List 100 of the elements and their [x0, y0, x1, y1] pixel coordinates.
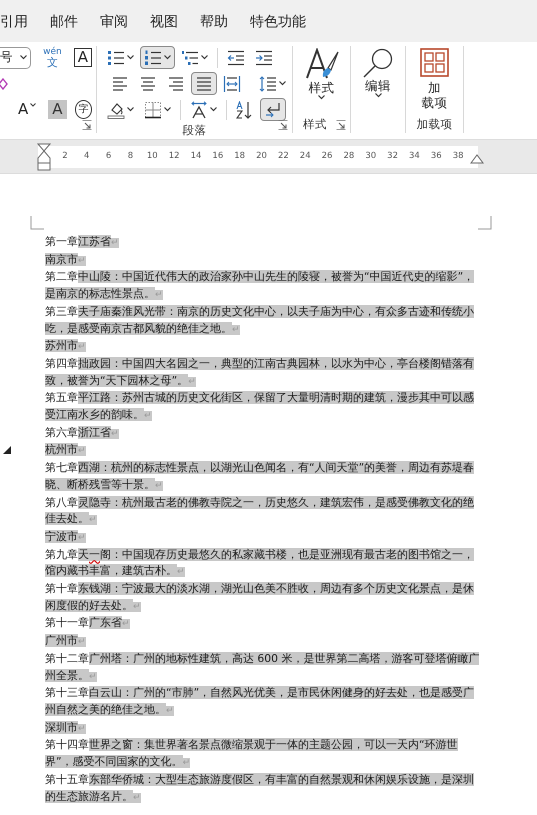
eraser-icon: [0, 78, 8, 90]
character-border-button[interactable]: A: [74, 48, 92, 67]
paragraph-text: 宁波市↵: [45, 528, 87, 545]
bullet-list-icon: [107, 48, 125, 66]
collapse-triangle-icon[interactable]: [3, 446, 11, 454]
font-size-dropdown[interactable]: 号: [0, 46, 32, 68]
ribbon-tab[interactable]: 审阅: [89, 12, 139, 32]
caret-icon: [127, 107, 134, 112]
sort-icon: [236, 100, 254, 118]
caret-icon: [318, 95, 325, 100]
ruler-number: 14: [190, 150, 202, 163]
launcher-icon: [278, 120, 288, 130]
editing-button[interactable]: 编辑: [358, 46, 398, 100]
indent-marker[interactable]: [37, 143, 51, 171]
paragraph-text: 第六章浙江省↵: [45, 424, 120, 441]
ruler-number: 16: [211, 150, 224, 163]
align-left-icon: [111, 74, 129, 92]
dialog-launcher-button[interactable]: [82, 120, 93, 131]
caret-icon: [164, 107, 171, 112]
ruler-number: 36: [430, 150, 443, 163]
paragraph-text: 第十四章世界之窗：集世界著名景点微缩景观于一体的主题公园，可以一天内“环游世界”，感受不同国家的文化。↵: [45, 737, 459, 770]
paint-bucket-icon: [107, 100, 125, 118]
numbered-list-icon: [144, 48, 162, 66]
align-center-icon: [139, 74, 157, 92]
ruler-number: 32: [386, 150, 399, 163]
paragraph-text: 第四章拙政园：中国四大名园之一，典型的江南古典园林，以水为中心，亭台楼阁错落有致，被誉为“天下园林之母”。↵: [45, 356, 475, 389]
distributed-icon: [223, 74, 241, 92]
decrease-indent-icon: [227, 48, 245, 66]
launcher-icon: [336, 120, 346, 130]
paragraph-text: 苏州市↵: [45, 338, 87, 354]
paragraph-text: 第八章灵隐寺：杭州最古老的佛教寺院之一，历史悠久，建筑宏伟，是感受佛教文化的绝佳去处。↵: [45, 494, 475, 528]
ruler-number: 34: [408, 150, 421, 163]
paragraph-text: 杭州市↵: [45, 442, 482, 460]
margin-corner-mark: [30, 216, 44, 230]
align-right-icon: [167, 74, 185, 92]
paragraph-text: 深圳市↵: [45, 720, 87, 736]
paintbrush-letter-icon: [304, 48, 340, 80]
line-spacing-icon: [259, 74, 277, 92]
increase-indent-icon: [255, 48, 273, 66]
ribbon-tab[interactable]: 特色功能: [239, 12, 317, 32]
margin-corner-mark: [478, 216, 492, 230]
caret-icon: [374, 93, 382, 98]
caret-icon: [20, 55, 28, 60]
justify-button[interactable]: [191, 72, 217, 95]
ruler-number: 4: [83, 150, 90, 163]
dialog-launcher-button[interactable]: [336, 120, 347, 131]
styles-button[interactable]: 样式: [300, 46, 344, 102]
ruler-number: 6: [104, 150, 112, 163]
ruler-number: 26: [320, 150, 334, 163]
caret-icon: [30, 103, 36, 107]
numbered-list-button[interactable]: [140, 46, 175, 69]
paragraph-text: 第九章天一阁：中国现存历史最悠久的私家藏书楼，也是亚洲现有最古老的图书馆之一，馆内藏书丰富，建筑古朴。↵: [45, 546, 475, 580]
ribbon-tab[interactable]: 邮件: [39, 12, 89, 32]
justify-icon: [195, 74, 213, 92]
text-layout-icon: [190, 100, 208, 118]
paragraph-text: 第十二章广州塔：广州的地标性建筑，高达 600 米，是世界第二高塔，游客可登塔俯瞰广州全景。↵: [45, 650, 480, 684]
ribbon-tab[interactable]: 视图: [139, 12, 189, 32]
right-indent-marker[interactable]: [470, 154, 484, 164]
paragraph-text: 第五章平江路：苏州古城的历史文化街区，保留了大量明清时期的建筑，漫步其中可以感受江南水乡的韵味。↵: [45, 390, 475, 424]
paragraph-text: 第十一章广东省↵: [45, 615, 131, 632]
character-shading-button[interactable]: A: [48, 100, 67, 119]
ruler-number: 24: [298, 150, 312, 163]
ruler-number: 2: [61, 150, 69, 163]
multilevel-list-icon: [181, 48, 199, 66]
enclose-character-button[interactable]: 字: [74, 100, 92, 119]
add-ins-button[interactable]: 加 载项: [416, 46, 454, 112]
paragraph-text: 第二章中山陵：中国近代伟大的政治家孙中山先生的陵寝，被誉为“中国近代史的缩影”，是南京的标志性景点。↵: [45, 269, 476, 302]
group-label: 加载项: [416, 116, 452, 133]
launcher-icon: [82, 120, 92, 130]
ribbon-tab[interactable]: 引用: [0, 12, 39, 32]
ruler-number: 28: [342, 150, 356, 163]
paragraph-text: 广州市↵: [45, 633, 87, 650]
paragraph-text: 第十章东钱湖：宁波最大的淡水湖，湖光山色美不胜收，周边有多个历史文化景点，是休闲度假的好去处。↵: [45, 581, 475, 614]
dialog-launcher-button[interactable]: [278, 120, 289, 131]
ribbon-tab[interactable]: 帮助: [189, 12, 239, 32]
ruler-number: 38: [452, 150, 465, 163]
change-case-button[interactable]: A: [14, 98, 40, 121]
ruler-number: 20: [255, 150, 268, 163]
caret-icon: [201, 55, 208, 60]
paragraph-text: 第十五章东部华侨城：大型生态旅游度假区，有丰富的自然景观和休闲娱乐设施，是深圳的生态旅游名片。↵: [45, 772, 475, 804]
ruler-number: 10: [146, 150, 159, 163]
ruler-number: 30: [364, 150, 378, 163]
paragraph-text: 第一章江苏省↵: [45, 234, 120, 250]
paragraph-text: 第十三章白云山：广州的“市肺”，自然风光优美，是市民休闲健身的好去处，也是感受广州自然之美的绝佳之地。↵: [45, 685, 476, 718]
phonetic-guide-button[interactable]: wén 文: [39, 46, 66, 69]
group-label: 样式: [303, 116, 327, 133]
paragraph-text: 第三章夫子庙秦淮风光带：南京的历史文化中心，以夫子庙为中心，有众多古迹和传统小吃，是感受南京古都风貌的绝佳之地。↵: [45, 304, 475, 337]
search-icon: [362, 48, 394, 78]
ruler-number: 22: [276, 150, 290, 163]
borders-icon: [144, 100, 162, 118]
ruler-number: 8: [126, 150, 134, 163]
caret-icon: [127, 55, 134, 60]
caret-icon: [164, 55, 171, 60]
grid-icon: [420, 48, 450, 78]
group-label: 段落: [182, 122, 206, 139]
ruler-number: 12: [168, 150, 181, 163]
paragraph-text: 南京市↵: [45, 252, 87, 268]
caret-icon: [210, 107, 217, 112]
paragraph-marks-button[interactable]: [260, 98, 286, 121]
ruler-number: 18: [233, 150, 246, 163]
